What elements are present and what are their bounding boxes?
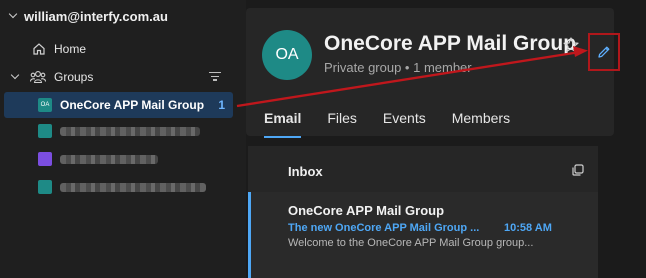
group-avatar: OA: [38, 98, 52, 112]
group-item-onecore[interactable]: OA OneCore APP Mail Group 1: [4, 92, 233, 118]
group-item-label: OneCore APP Mail Group: [60, 98, 205, 112]
group-title: OneCore APP Mail Group: [324, 32, 577, 55]
group-avatar-large: OA: [262, 30, 312, 80]
main-pane: OA OneCore APP Mail Group Private group …: [246, 0, 646, 278]
nav-groups-label: Groups: [54, 70, 94, 84]
group-avatar: [38, 152, 52, 166]
sidebar: william@interfy.com.au Home Groups OA On…: [0, 0, 240, 278]
filter-icon[interactable]: [209, 72, 221, 82]
tab-files[interactable]: Files: [327, 110, 357, 134]
inbox-panel: Inbox OneCore APP Mail Group The new One…: [248, 146, 598, 278]
groups-icon: [30, 71, 46, 84]
group-item-redacted[interactable]: [4, 118, 233, 144]
tab-email[interactable]: Email: [264, 110, 302, 138]
redacted-label: [60, 126, 200, 136]
home-icon: [33, 43, 45, 55]
message-sender: OneCore APP Mail Group: [288, 203, 445, 218]
star-icon[interactable]: [562, 36, 580, 54]
message-item[interactable]: OneCore APP Mail Group The new OneCore A…: [248, 192, 598, 278]
account-email: william@interfy.com.au: [24, 8, 168, 24]
chevron-down-icon[interactable]: [10, 72, 20, 82]
unread-count-badge: 1: [218, 98, 225, 112]
redacted-label: [60, 182, 206, 192]
copy-icon[interactable]: [572, 164, 584, 176]
tab-bar: Email Files Events Members: [264, 110, 536, 138]
group-item-redacted[interactable]: [4, 146, 233, 172]
message-preview: Welcome to the OneCore APP Mail Group gr…: [288, 237, 534, 249]
nav-home[interactable]: Home: [32, 36, 86, 62]
tab-members[interactable]: Members: [452, 110, 510, 134]
group-subtitle: Private group • 1 member: [324, 60, 472, 75]
edit-group-button[interactable]: [588, 33, 620, 71]
message-subject: The new OneCore APP Mail Group ...: [288, 222, 480, 234]
group-avatar: [38, 124, 52, 138]
redacted-label: [60, 154, 158, 164]
tab-events[interactable]: Events: [383, 110, 426, 134]
group-avatar: [38, 180, 52, 194]
chevron-down-icon[interactable]: [8, 11, 18, 21]
group-item-redacted[interactable]: [4, 174, 233, 200]
group-header: OA OneCore APP Mail Group Private group …: [246, 8, 620, 138]
message-time: 10:58 AM: [504, 222, 552, 234]
nav-groups[interactable]: Groups: [10, 64, 225, 90]
nav-home-label: Home: [54, 42, 87, 56]
account-header[interactable]: william@interfy.com.au: [8, 6, 168, 26]
inbox-title: Inbox: [288, 164, 323, 179]
inbox-header: Inbox: [248, 146, 598, 193]
pencil-icon: [598, 46, 610, 58]
